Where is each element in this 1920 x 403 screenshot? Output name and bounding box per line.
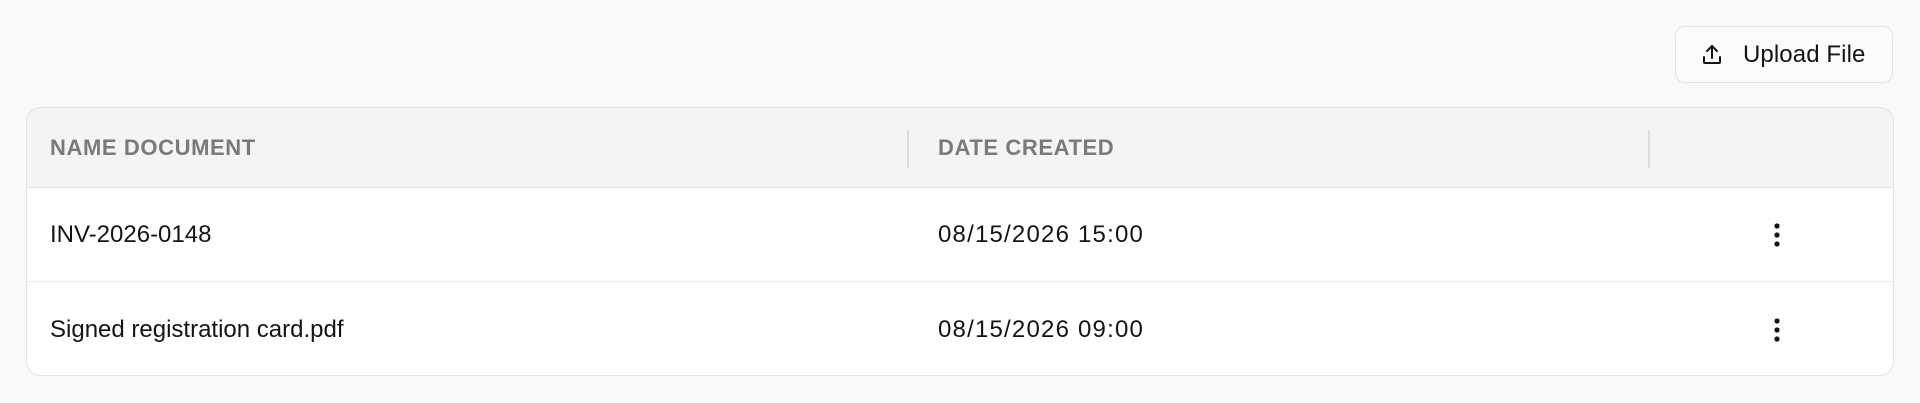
column-resize-handle[interactable] <box>1648 130 1650 168</box>
more-vertical-icon[interactable] <box>1763 221 1791 249</box>
documents-panel: Upload File NAME DOCUMENT DATE CREATED I… <box>0 0 1920 403</box>
table-row[interactable]: Signed registration card.pdf 08/15/2026 … <box>27 283 1893 375</box>
date-created: 08/15/2026 09:00 <box>938 316 1145 343</box>
document-name[interactable]: INV-2026-0148 <box>50 188 211 282</box>
column-header-date-created[interactable]: DATE CREATED <box>938 108 1114 188</box>
documents-table: NAME DOCUMENT DATE CREATED INV-2026-0148… <box>26 107 1894 376</box>
table-row[interactable]: INV-2026-0148 08/15/2026 15:00 <box>27 188 1893 282</box>
upload-file-label: Upload File <box>1743 40 1866 68</box>
document-name[interactable]: Signed registration card.pdf <box>50 283 344 375</box>
upload-file-button[interactable]: Upload File <box>1675 26 1893 83</box>
date-created: 08/15/2026 15:00 <box>938 221 1145 248</box>
column-header-name-document[interactable]: NAME DOCUMENT <box>50 108 256 188</box>
more-vertical-icon[interactable] <box>1763 316 1791 344</box>
upload-icon <box>1700 43 1724 67</box>
column-resize-handle[interactable] <box>907 130 909 168</box>
table-header: NAME DOCUMENT DATE CREATED <box>27 108 1893 188</box>
